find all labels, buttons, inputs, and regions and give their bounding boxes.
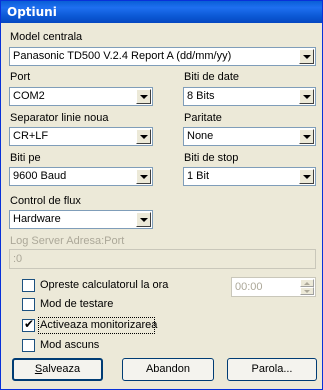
- shutdown-time-input: 00:00: [231, 277, 316, 297]
- spin-down-icon: [300, 287, 314, 295]
- data-bits-label: Biti de date: [184, 71, 240, 83]
- shutdown-checkbox[interactable]: [22, 279, 35, 292]
- flow-control-label: Control de flux: [10, 195, 81, 207]
- chevron-down-icon[interactable]: [299, 169, 314, 184]
- separator-select[interactable]: CR+LF: [9, 127, 153, 146]
- model-label: Model centrala: [10, 31, 83, 43]
- chevron-down-icon[interactable]: [299, 129, 314, 144]
- port-value: COM2: [13, 90, 45, 102]
- test-mode-label: Mod de testare: [40, 298, 114, 310]
- save-label: Salveaza: [34, 363, 81, 375]
- stop-bits-label: Biti de stop: [184, 152, 239, 164]
- log-server-input: :0: [9, 249, 316, 269]
- model-select[interactable]: Panasonic TD500 V.2.4 Report A (dd/mm/yy…: [9, 47, 316, 66]
- baud-value: 9600 Baud: [13, 170, 67, 182]
- separator-value: CR+LF: [13, 130, 49, 142]
- hidden-mode-label: Mod ascuns: [40, 339, 100, 351]
- data-bits-value: 8 Bits: [187, 90, 215, 102]
- parity-select[interactable]: None: [183, 127, 316, 146]
- data-bits-select[interactable]: 8 Bits: [183, 87, 316, 106]
- monitoring-label: Activeaza monitorizarea: [40, 319, 158, 331]
- save-button[interactable]: Salveaza: [12, 358, 103, 381]
- title-bar: Optiuni: [1, 1, 322, 23]
- baud-label: Biti pe: [10, 152, 41, 164]
- time-spinner: [300, 279, 314, 295]
- monitoring-checkbox[interactable]: ✔: [22, 317, 35, 332]
- baud-select[interactable]: 9600 Baud: [9, 167, 153, 186]
- password-button[interactable]: Parola...: [227, 358, 317, 381]
- test-mode-checkbox[interactable]: [22, 298, 35, 311]
- chevron-down-icon[interactable]: [299, 49, 314, 64]
- parity-value: None: [187, 130, 214, 142]
- chevron-down-icon[interactable]: [136, 129, 151, 144]
- port-label: Port: [10, 71, 31, 83]
- chevron-down-icon[interactable]: [136, 169, 151, 184]
- chevron-down-icon[interactable]: [299, 89, 314, 104]
- stop-bits-value: 1 Bit: [187, 170, 210, 182]
- hidden-mode-checkbox[interactable]: [22, 339, 35, 352]
- chevron-down-icon[interactable]: [136, 212, 151, 227]
- spin-up-icon: [300, 279, 314, 287]
- chevron-down-icon[interactable]: [136, 89, 151, 104]
- checkmark-icon: ✔: [24, 317, 35, 331]
- model-value: Panasonic TD500 V.2.4 Report A (dd/mm/yy…: [13, 50, 232, 62]
- log-server-label: Log Server Adresa:Port: [10, 235, 125, 247]
- shutdown-label: Opreste calculatorul la ora: [40, 279, 169, 291]
- flow-control-value: Hardware: [13, 213, 61, 225]
- parity-label: Paritate: [184, 112, 222, 124]
- port-select[interactable]: COM2: [9, 87, 153, 106]
- log-server-value: :0: [13, 253, 23, 265]
- options-dialog: Optiuni Model centrala Panasonic TD500 V…: [0, 0, 323, 390]
- flow-control-select[interactable]: Hardware: [9, 210, 153, 229]
- separator-label: Separator linie noua: [10, 112, 109, 124]
- stop-bits-select[interactable]: 1 Bit: [183, 167, 316, 186]
- shutdown-time-value: 00:00: [235, 281, 263, 293]
- cancel-button[interactable]: Abandon: [122, 358, 214, 381]
